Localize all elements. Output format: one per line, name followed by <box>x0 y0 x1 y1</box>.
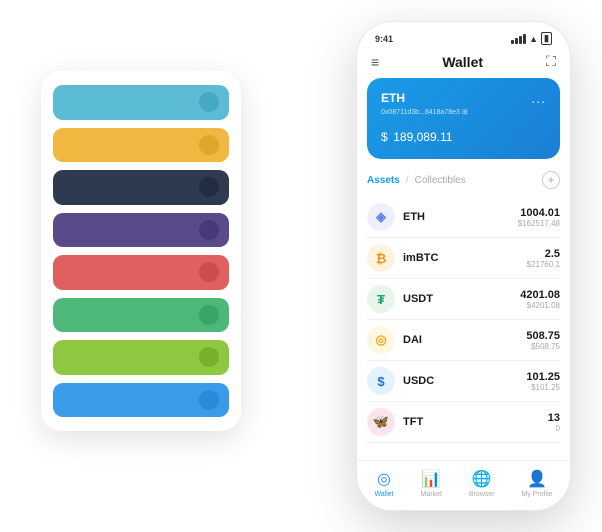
time-display: 9:41 <box>375 34 393 44</box>
color-strip-7 <box>53 383 229 418</box>
collectibles-tab[interactable]: Collectibles <box>415 175 466 186</box>
scan-icon[interactable]: ⛶ <box>546 53 556 70</box>
token-item[interactable]: ₿ imBTC2.5$21760.1 <box>367 238 560 279</box>
wifi-icon: ▲ <box>529 34 538 44</box>
phone-frame: 9:41 ▲ ▮ ≡ Wallet ⛶ ETH <box>356 21 571 511</box>
add-asset-button[interactable]: + <box>542 171 560 189</box>
strip-dot-0 <box>199 92 219 112</box>
eth-card-menu[interactable]: ... <box>531 90 546 106</box>
eth-address: 0x08711d3b...8418a78e3 ⊞ <box>381 108 546 116</box>
nav-icon-market: 📊 <box>421 469 441 489</box>
token-usd-usdt: $4201.08 <box>520 301 560 310</box>
nav-label-browser: Browser <box>469 491 495 498</box>
strip-dot-4 <box>199 262 219 282</box>
eth-balance: $ 189,089.11 <box>381 124 546 147</box>
token-name-dai: DAI <box>403 334 526 346</box>
nav-icon-my-profile: 👤 <box>527 469 547 489</box>
token-icon-usdt: ₮ <box>367 285 395 313</box>
assets-header: Assets / Collectibles + <box>367 171 560 189</box>
nav-icon-browser: 🌐 <box>472 469 492 489</box>
status-icons: ▲ ▮ <box>511 32 552 45</box>
nav-label-my-profile: My Profile <box>521 491 552 498</box>
strip-dot-1 <box>199 135 219 155</box>
token-item[interactable]: 🦋 TFT130 <box>367 402 560 443</box>
strip-dot-6 <box>199 347 219 367</box>
color-strip-1 <box>53 128 229 163</box>
status-bar: 9:41 ▲ ▮ <box>357 22 570 49</box>
eth-amount-value: 189,089.11 <box>393 130 452 144</box>
color-strip-3 <box>53 213 229 248</box>
battery-icon: ▮ <box>541 32 552 45</box>
phone-content: ETH ... 0x08711d3b...8418a78e3 ⊞ $ 189,0… <box>357 78 570 460</box>
color-strip-6 <box>53 340 229 375</box>
menu-icon[interactable]: ≡ <box>371 54 379 70</box>
token-item[interactable]: $ USDC101.25$101.25 <box>367 361 560 402</box>
token-usd-eth: $162517.48 <box>518 219 560 228</box>
nav-label-market: Market <box>421 491 442 498</box>
scene: 9:41 ▲ ▮ ≡ Wallet ⛶ ETH <box>11 11 591 521</box>
bottom-nav: ◎ Wallet 📊 Market 🌐 Browser 👤 My Profile <box>357 460 570 510</box>
token-usd-tft: 0 <box>548 424 560 433</box>
color-strip-2 <box>53 170 229 205</box>
color-strip-5 <box>53 298 229 333</box>
color-strip-0 <box>53 85 229 120</box>
token-amounts-eth: 1004.01$162517.48 <box>518 207 560 228</box>
strip-dot-3 <box>199 220 219 240</box>
token-icon-dai: ◎ <box>367 326 395 354</box>
token-item[interactable]: ◎ DAI508.75$508.75 <box>367 320 560 361</box>
token-name-usdc: USDC <box>403 375 526 387</box>
nav-icon-wallet: ◎ <box>377 469 391 489</box>
token-icon-usdc: $ <box>367 367 395 395</box>
token-amounts-tft: 130 <box>548 412 560 433</box>
eth-card-label: ETH <box>381 91 405 105</box>
tab-separator: / <box>406 175 409 186</box>
assets-tab[interactable]: Assets <box>367 175 400 186</box>
strip-dot-2 <box>199 177 219 197</box>
token-item[interactable]: ◈ ETH1004.01$162517.48 <box>367 197 560 238</box>
token-usd-dai: $508.75 <box>526 342 560 351</box>
token-name-usdt: USDT <box>403 293 520 305</box>
strip-dot-5 <box>199 305 219 325</box>
token-balance-usdc: 101.25 <box>526 371 560 383</box>
nav-item-my-profile[interactable]: 👤 My Profile <box>521 469 552 498</box>
token-balance-dai: 508.75 <box>526 330 560 342</box>
token-icon-imbtc: ₿ <box>367 244 395 272</box>
strip-dot-7 <box>199 390 219 410</box>
token-icon-eth: ◈ <box>367 203 395 231</box>
token-usd-usdc: $101.25 <box>526 383 560 392</box>
token-balance-imbtc: 2.5 <box>527 248 560 260</box>
bg-card <box>41 71 241 431</box>
token-amounts-imbtc: 2.5$21760.1 <box>527 248 560 269</box>
token-list: ◈ ETH1004.01$162517.48 ₿ imBTC2.5$21760.1 ₮ U… <box>367 197 560 460</box>
nav-item-browser[interactable]: 🌐 Browser <box>469 469 495 498</box>
token-name-eth: ETH <box>403 211 518 223</box>
token-name-imbtc: imBTC <box>403 252 527 264</box>
token-item[interactable]: ₮ USDT4201.08$4201.08 <box>367 279 560 320</box>
page-title: Wallet <box>442 54 483 70</box>
nav-label-wallet: Wallet <box>374 491 393 498</box>
color-strip-4 <box>53 255 229 290</box>
phone-header: ≡ Wallet ⛶ <box>357 49 570 78</box>
token-balance-eth: 1004.01 <box>518 207 560 219</box>
nav-item-market[interactable]: 📊 Market <box>421 469 442 498</box>
eth-card[interactable]: ETH ... 0x08711d3b...8418a78e3 ⊞ $ 189,0… <box>367 78 560 159</box>
token-amounts-usdc: 101.25$101.25 <box>526 371 560 392</box>
token-name-tft: TFT <box>403 416 548 428</box>
token-icon-tft: 🦋 <box>367 408 395 436</box>
token-amounts-dai: 508.75$508.75 <box>526 330 560 351</box>
token-usd-imbtc: $21760.1 <box>527 260 560 269</box>
nav-item-wallet[interactable]: ◎ Wallet <box>374 469 393 498</box>
token-balance-usdt: 4201.08 <box>520 289 560 301</box>
token-amounts-usdt: 4201.08$4201.08 <box>520 289 560 310</box>
currency-symbol: $ <box>381 130 388 144</box>
token-balance-tft: 13 <box>548 412 560 424</box>
